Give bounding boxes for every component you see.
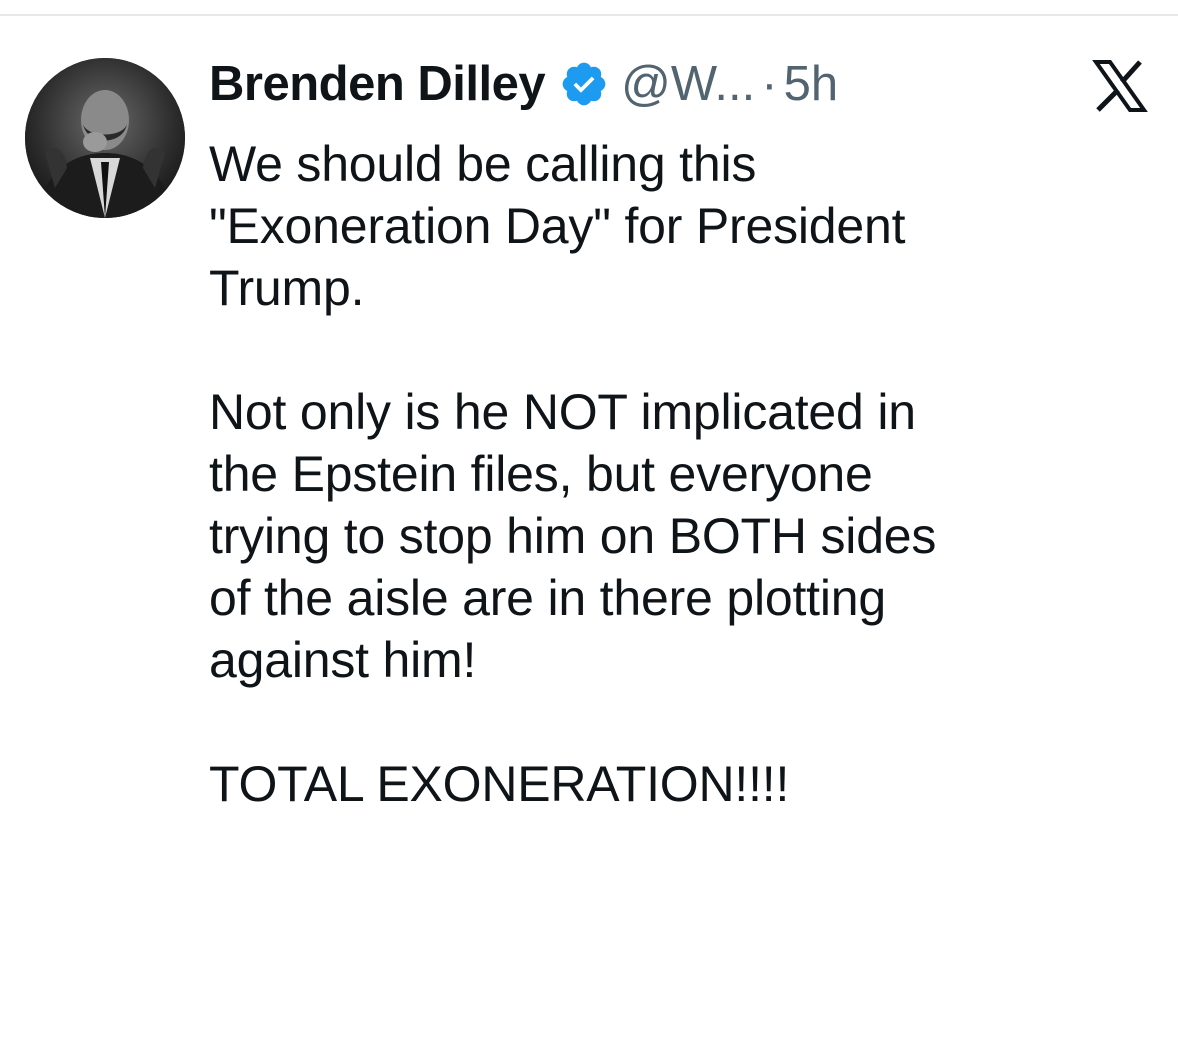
x-logo-icon[interactable]: [1092, 60, 1148, 112]
verified-badge-icon[interactable]: [559, 59, 609, 109]
tweet-timestamp[interactable]: 5h: [784, 56, 839, 112]
meta-separator: ·: [761, 57, 778, 111]
avatar[interactable]: [25, 58, 185, 218]
author-name[interactable]: Brenden Dilley: [209, 56, 546, 112]
avatar-photo: [25, 58, 185, 218]
tweet-card[interactable]: Brenden Dilley @W... · 5h We should be c…: [0, 16, 1178, 1039]
tweet-text: We should be calling this "Exoneration D…: [209, 136, 937, 812]
tweet-header: Brenden Dilley @W... · 5h: [209, 54, 838, 114]
author-handle[interactable]: @W...: [621, 56, 755, 112]
